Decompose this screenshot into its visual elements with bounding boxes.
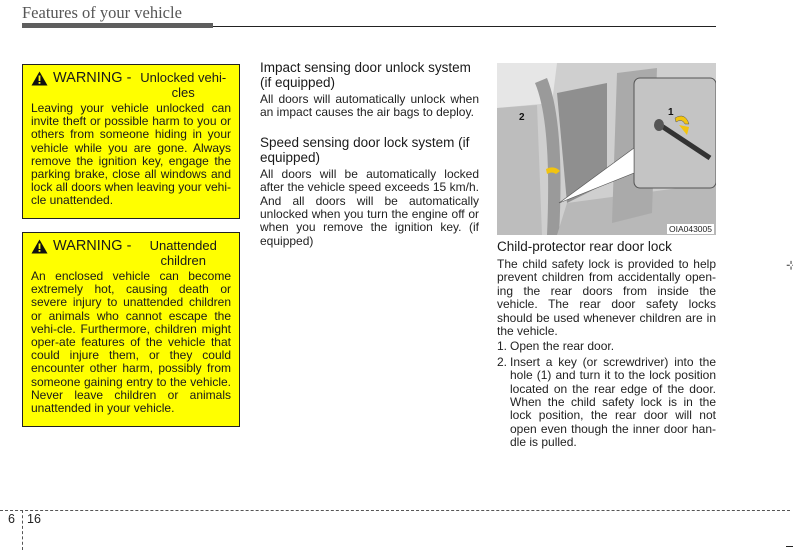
warning-heading: WARNING - Unattended children xyxy=(31,238,231,268)
registration-mark-icon: ⊹ xyxy=(786,258,793,272)
step-number: 2. xyxy=(497,354,508,369)
rear-door-drawing xyxy=(497,63,716,235)
step-text: Open the rear door. xyxy=(510,339,615,354)
section-body: All doors will be automatically locked a… xyxy=(260,166,479,248)
warning-box-unattended-children: WARNING - Unattended children An enclose… xyxy=(22,232,240,427)
header-rule xyxy=(213,26,716,27)
warning-body: An enclosed vehicle can become extremely… xyxy=(31,269,231,416)
section-title: Impact sensing door unlock system (if eq… xyxy=(260,60,471,90)
footer-divider xyxy=(22,510,23,550)
figure-code: OIA043005 xyxy=(666,224,714,234)
warning-body: Leaving your vehicle unlocked can invite… xyxy=(31,101,231,208)
warning-label: WARNING - xyxy=(53,238,132,254)
step-text: Insert a key (or screwdriver) into the h… xyxy=(510,354,716,450)
callout-2: 2 xyxy=(519,112,525,123)
step-item: 2. Insert a key (or screwdriver) into th… xyxy=(497,354,716,450)
warning-box-unlocked-vehicles: WARNING - Unlocked vehi-cles Leaving you… xyxy=(22,64,240,219)
step-item: 1. Open the rear door. xyxy=(497,339,716,354)
footer-rule xyxy=(0,510,790,511)
section-title: Child-protector rear door lock xyxy=(497,239,672,254)
child-lock-illustration: 1 2 OIA043005 xyxy=(497,63,716,235)
section-body: All doors will automatically unlock when… xyxy=(260,92,479,120)
section-title: Speed sensing door lock system (if equip… xyxy=(260,134,470,165)
warning-triangle-icon xyxy=(31,239,48,254)
page-number: 16 xyxy=(27,512,41,526)
section-intro: The child safety lock is provided to hel… xyxy=(497,257,716,339)
crop-mark xyxy=(786,546,793,547)
header-bar xyxy=(22,23,213,28)
impact-sensing-section: Impact sensing door unlock system (if eq… xyxy=(260,60,479,120)
child-lock-section: Child-protector rear door lock The child… xyxy=(497,239,716,452)
warning-subject: Unattended children xyxy=(149,238,217,268)
step-number: 1. xyxy=(497,339,508,354)
warning-triangle-icon xyxy=(31,71,48,86)
warning-heading: WARNING - Unlocked vehi-cles xyxy=(31,70,231,100)
speed-sensing-section: Speed sensing door lock system (if equip… xyxy=(260,135,479,248)
door-lock-systems-column: Impact sensing door unlock system (if eq… xyxy=(260,60,479,263)
callout-1: 1 xyxy=(668,107,674,118)
chapter-number: 6 xyxy=(8,512,15,526)
warning-subject: Unlocked vehi-cles xyxy=(140,70,227,100)
warning-label: WARNING - xyxy=(53,70,132,86)
chapter-title: Features of your vehicle xyxy=(22,3,182,22)
